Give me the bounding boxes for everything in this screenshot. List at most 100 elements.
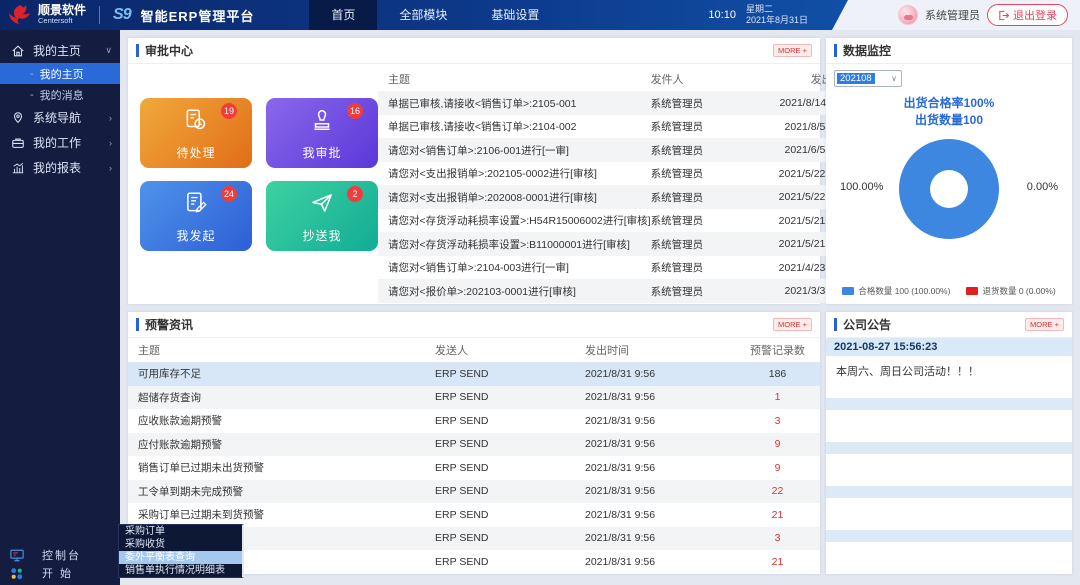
table-row[interactable]: 请您对<销售订单>:2106-001进行[一审]系统管理员2021/6/5 14… — [378, 138, 859, 162]
cell-time: 2021/8/31 9:56 — [585, 438, 735, 450]
doc-pen-icon — [183, 190, 209, 216]
approval-table: 主题 发件人 发出时间 单据已审核,请接收<销售订单>:2105-001系统管理… — [378, 64, 859, 303]
notice-empty-slot — [826, 542, 1072, 566]
table-row[interactable]: 请您对<报价单>:202103-0001进行[审核]系统管理员2021/3/3 … — [378, 279, 859, 303]
console-button[interactable]: 控制台 — [0, 547, 120, 563]
start-menu-item-balance-query[interactable]: 委外平衡表查询 — [119, 551, 242, 564]
legend-label: 合格数量 100 (100.00%) — [858, 285, 950, 297]
avatar[interactable] — [898, 5, 918, 25]
erp-application: 顺景软件 Centersoft S9 智能ERP管理平台 首页 全部模块 基础设… — [0, 0, 1080, 585]
cell-time: 2021/8/31 9:56 — [585, 509, 735, 521]
tile-label: 抄送我 — [302, 227, 341, 244]
cell-subject: 采购订单已过期未到货预警 — [128, 507, 435, 522]
nav-tab-home[interactable]: 首页 — [309, 0, 377, 30]
table-row[interactable]: 可用库存不足ERP SEND2021/8/31 9:56186 — [128, 362, 820, 386]
briefcase-icon — [10, 135, 26, 151]
cell-count: 186 — [735, 368, 820, 380]
start-grid-icon — [10, 567, 24, 580]
table-row[interactable]: 请您对<存货浮动耗损率设置>:H54R15006002进行[审核]系统管理员20… — [378, 209, 859, 233]
sidebar-item-my-home[interactable]: 我的主页 ∨ — [0, 38, 120, 63]
notice-empty-slot — [826, 410, 1072, 434]
cell-subject: 请您对<报价单>:202103-0001进行[审核] — [378, 284, 651, 299]
table-row[interactable]: 单据已审核,请接收<销售订单>:2104-002系统管理员2021/8/5 16… — [378, 115, 859, 139]
cell-sender: ERP SEND — [435, 485, 585, 497]
cell-subject: 请您对<存货浮动耗损率设置>:B11000001进行[审核] — [378, 237, 651, 252]
cell-sender: 系统管理员 — [651, 260, 751, 275]
cell-subject: 请您对<销售订单>:2104-003进行[一审] — [378, 260, 651, 275]
tile-cc-to-me[interactable]: 2 抄送我 — [266, 181, 378, 251]
tile-label: 待处理 — [176, 144, 215, 161]
more-button[interactable]: MORE + — [773, 44, 812, 57]
col-record-count: 预警记录数 — [735, 342, 820, 358]
table-row[interactable]: 超储存货查询ERP SEND2021/8/31 9:561 — [128, 386, 820, 410]
sidebar-item-my-work[interactable]: 我的工作 › — [0, 130, 120, 155]
start-menu-item-sales-detail-report[interactable]: 销售单执行情况明细表 — [119, 564, 242, 577]
approval-table-header: 主题 发件人 发出时间 — [378, 66, 859, 91]
nav-tab-all-modules[interactable]: 全部模块 — [377, 0, 469, 30]
console-monitor-icon — [10, 549, 24, 562]
table-row[interactable]: 请您对<支出报销单>:202008-0001进行[审核]系统管理员2021/5/… — [378, 185, 859, 209]
period-select[interactable]: 202108 ∨ — [834, 70, 902, 87]
shipment-donut-chart: 100.00% 0.00% — [826, 129, 1072, 279]
cell-count: 3 — [735, 532, 820, 544]
title-accent-bar — [136, 318, 139, 331]
table-row[interactable]: 工令单到期未完成预警ERP SEND2021/8/31 9:5622 — [128, 480, 820, 504]
cell-subject: 超储存货查询 — [128, 390, 435, 405]
start-menu-item-purchase-receipt[interactable]: 采购收货 — [119, 538, 242, 551]
more-button[interactable]: MORE + — [773, 318, 812, 331]
cell-time: 2021/8/31 9:56 — [585, 556, 735, 568]
chevron-down-icon: ∨ — [105, 45, 112, 56]
panel-title: 数据监控 — [843, 42, 891, 59]
logout-button[interactable]: 退出登录 — [987, 4, 1068, 26]
sidebar: 我的主页 ∨ 我的主页 我的消息 系统导航 › 我的工作 › 我的报表 › — [0, 30, 120, 585]
table-row[interactable]: 应付账款逾期预警ERP SEND2021/8/31 9:569 — [128, 433, 820, 457]
user-name: 系统管理员 — [925, 7, 980, 23]
table-row[interactable]: 采购订单已过期未到货预警ERP SEND2021/8/31 9:5621 — [128, 503, 820, 527]
cell-subject: 请您对<销售订单>:2106-001进行[一审] — [378, 143, 651, 158]
start-menu-item-purchase-order[interactable]: 采购订单 — [119, 525, 242, 538]
top-bar: 顺景软件 Centersoft S9 智能ERP管理平台 首页 全部模块 基础设… — [0, 0, 1080, 30]
table-row[interactable]: 应收账款逾期预警ERP SEND2021/8/31 9:563 — [128, 409, 820, 433]
start-button[interactable]: 开 始 — [0, 565, 120, 581]
brand-logo: 顺景软件 Centersoft S9 智能ERP管理平台 — [0, 4, 254, 26]
notice-content[interactable]: 本周六、周日公司活动！！！ — [826, 356, 1072, 390]
tile-initiated-by-me[interactable]: 24 我发起 — [140, 181, 252, 251]
cell-subject: 应付账款逾期预警 — [128, 437, 435, 452]
cell-time: 2021/8/31 9:56 — [585, 368, 735, 380]
tile-label: 我审批 — [302, 144, 341, 161]
table-row[interactable]: 请您对<存货浮动耗损率设置>:B11000001进行[审核]系统管理员2021/… — [378, 232, 859, 256]
sidebar-item-label: 系统导航 — [33, 109, 109, 126]
sidebar-subitem-my-messages[interactable]: 我的消息 — [0, 84, 120, 105]
tile-count-badge: 16 — [347, 103, 363, 119]
tile-pending[interactable]: 19 待处理 — [140, 98, 252, 168]
product-logo: S9 — [113, 6, 131, 24]
sidebar-item-system-nav[interactable]: 系统导航 › — [0, 105, 120, 130]
sidebar-subitem-my-home[interactable]: 我的主页 — [0, 63, 120, 84]
cell-sender: ERP SEND — [435, 415, 585, 427]
chart-legend: 合格数量 100 (100.00%) 退货数量 0 (0.00%) — [826, 285, 1072, 297]
legend-swatch-qualified — [842, 287, 854, 295]
col-subject: 主题 — [378, 71, 651, 87]
panel-title: 审批中心 — [145, 42, 193, 59]
table-row[interactable]: 销售订单已过期未出货预警ERP SEND2021/8/31 9:569 — [128, 456, 820, 480]
alerts-table-header: 主题 发送人 发出时间 预警记录数 — [128, 338, 820, 362]
logout-icon — [998, 10, 1009, 21]
clock-date: 2021年8月31日 — [746, 15, 808, 26]
cell-time: 2021/8/31 9:56 — [585, 532, 735, 544]
notice-timestamp: 2021-08-27 15:56:23 — [826, 338, 1072, 356]
main-nav: 首页 全部模块 基础设置 — [309, 0, 561, 30]
sidebar-item-my-reports[interactable]: 我的报表 › — [0, 155, 120, 180]
cell-sender: 系统管理员 — [651, 166, 751, 181]
stamp-icon — [309, 107, 335, 133]
tile-my-approvals[interactable]: 16 我审批 — [266, 98, 378, 168]
table-row[interactable]: 单据已审核,请接收<销售订单>:2105-001系统管理员2021/8/14 1… — [378, 91, 859, 115]
nav-tab-basic-settings[interactable]: 基础设置 — [469, 0, 561, 30]
more-button[interactable]: MORE + — [1025, 318, 1064, 331]
sidebar-bottom: 控制台 开 始 — [0, 547, 120, 583]
table-row[interactable]: 请您对<支出报销单>:202105-0002进行[审核]系统管理员2021/5/… — [378, 162, 859, 186]
cell-subject: 请您对<支出报销单>:202008-0001进行[审核] — [378, 190, 651, 205]
tile-count-badge: 24 — [221, 186, 237, 202]
col-sender: 发送人 — [435, 342, 585, 358]
clock-block: 10:10 星期二 2021年8月31日 — [708, 4, 848, 26]
table-row[interactable]: 请您对<销售订单>:2104-003进行[一审]系统管理员2021/4/23 1… — [378, 256, 859, 280]
